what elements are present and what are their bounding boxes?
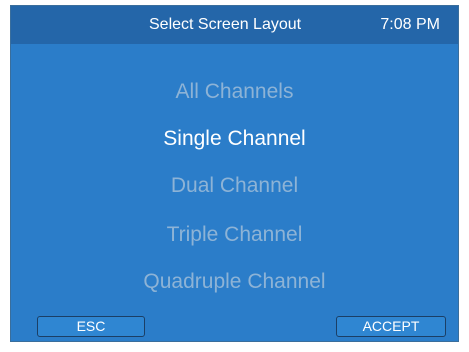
header-bar: Select Screen Layout 7:08 PM bbox=[11, 6, 458, 44]
layout-selection-screen: Select Screen Layout 7:08 PM All Channel… bbox=[10, 5, 459, 342]
page-title: Select Screen Layout bbox=[149, 16, 302, 33]
clock-time: 7:08 PM bbox=[380, 16, 440, 33]
option-triple-channel[interactable]: Triple Channel bbox=[11, 223, 458, 247]
option-single-channel[interactable]: Single Channel bbox=[11, 127, 458, 151]
option-all-channels[interactable]: All Channels bbox=[11, 80, 458, 104]
option-quadruple-channel[interactable]: Quadruple Channel bbox=[11, 270, 458, 294]
accept-button[interactable]: ACCEPT bbox=[336, 316, 446, 337]
option-dual-channel[interactable]: Dual Channel bbox=[11, 174, 458, 198]
esc-button[interactable]: ESC bbox=[37, 316, 145, 337]
